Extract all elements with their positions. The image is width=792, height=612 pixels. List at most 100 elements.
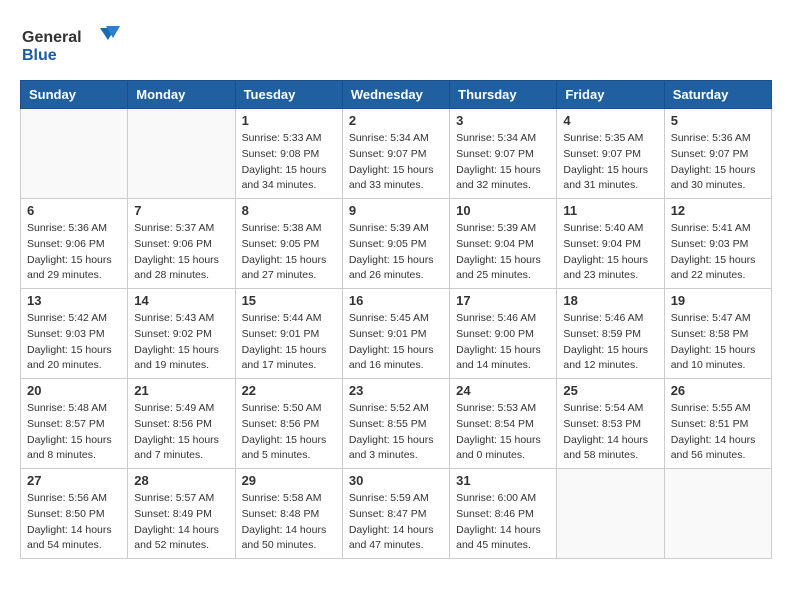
day-number: 14 bbox=[134, 293, 228, 308]
column-header-saturday: Saturday bbox=[664, 81, 771, 109]
column-header-wednesday: Wednesday bbox=[342, 81, 449, 109]
day-number: 28 bbox=[134, 473, 228, 488]
day-number: 20 bbox=[27, 383, 121, 398]
day-info: Sunrise: 5:37 AM Sunset: 9:06 PM Dayligh… bbox=[134, 221, 228, 284]
day-number: 6 bbox=[27, 203, 121, 218]
day-info: Sunrise: 5:44 AM Sunset: 9:01 PM Dayligh… bbox=[242, 311, 336, 374]
day-info: Sunrise: 5:54 AM Sunset: 8:53 PM Dayligh… bbox=[563, 401, 657, 464]
calendar-cell: 22 Sunrise: 5:50 AM Sunset: 8:56 PM Dayli… bbox=[235, 379, 342, 469]
calendar-cell bbox=[128, 109, 235, 199]
day-info: Sunrise: 5:39 AM Sunset: 9:04 PM Dayligh… bbox=[456, 221, 550, 284]
day-number: 23 bbox=[349, 383, 443, 398]
day-number: 26 bbox=[671, 383, 765, 398]
week-row-1: 1 Sunrise: 5:33 AM Sunset: 9:08 PM Daylig… bbox=[21, 109, 772, 199]
calendar-cell: 17 Sunrise: 5:46 AM Sunset: 9:00 PM Dayli… bbox=[450, 289, 557, 379]
calendar-cell bbox=[21, 109, 128, 199]
day-info: Sunrise: 5:47 AM Sunset: 8:58 PM Dayligh… bbox=[671, 311, 765, 374]
day-info: Sunrise: 5:41 AM Sunset: 9:03 PM Dayligh… bbox=[671, 221, 765, 284]
day-info: Sunrise: 5:52 AM Sunset: 8:55 PM Dayligh… bbox=[349, 401, 443, 464]
calendar-cell: 3 Sunrise: 5:34 AM Sunset: 9:07 PM Daylig… bbox=[450, 109, 557, 199]
calendar-cell: 30Sunrise: 5:59 AM Sunset: 8:47 PM Dayli… bbox=[342, 469, 449, 559]
calendar-cell: 12 Sunrise: 5:41 AM Sunset: 9:03 PM Dayli… bbox=[664, 199, 771, 289]
calendar-cell: 20 Sunrise: 5:48 AM Sunset: 8:57 PM Dayli… bbox=[21, 379, 128, 469]
calendar-cell: 13 Sunrise: 5:42 AM Sunset: 9:03 PM Dayli… bbox=[21, 289, 128, 379]
day-info: Sunrise: 5:46 AM Sunset: 9:00 PM Dayligh… bbox=[456, 311, 550, 374]
calendar-cell: 11 Sunrise: 5:40 AM Sunset: 9:04 PM Dayli… bbox=[557, 199, 664, 289]
calendar-cell: 8Sunrise: 5:38 AM Sunset: 9:05 PM Daylig… bbox=[235, 199, 342, 289]
calendar-cell: 14 Sunrise: 5:43 AM Sunset: 9:02 PM Dayli… bbox=[128, 289, 235, 379]
day-number: 24 bbox=[456, 383, 550, 398]
day-info: Sunrise: 5:42 AM Sunset: 9:03 PM Dayligh… bbox=[27, 311, 121, 374]
calendar-cell: 25 Sunrise: 5:54 AM Sunset: 8:53 PM Dayli… bbox=[557, 379, 664, 469]
day-info: Sunrise: 5:58 AM Sunset: 8:48 PM Dayligh… bbox=[242, 491, 336, 554]
calendar-cell bbox=[664, 469, 771, 559]
calendar-cell: 27 Sunrise: 5:56 AM Sunset: 8:50 PM Dayli… bbox=[21, 469, 128, 559]
calendar-cell: 19 Sunrise: 5:47 AM Sunset: 8:58 PM Dayli… bbox=[664, 289, 771, 379]
day-info: Sunrise: 5:43 AM Sunset: 9:02 PM Dayligh… bbox=[134, 311, 228, 374]
calendar-cell: 31 Sunrise: 6:00 AM Sunset: 8:46 PM Dayli… bbox=[450, 469, 557, 559]
day-number: 10 bbox=[456, 203, 550, 218]
day-number: 25 bbox=[563, 383, 657, 398]
svg-text:Blue: Blue bbox=[22, 47, 57, 64]
calendar-cell: 23 Sunrise: 5:52 AM Sunset: 8:55 PM Dayli… bbox=[342, 379, 449, 469]
calendar-cell: 4 Sunrise: 5:35 AM Sunset: 9:07 PM Daylig… bbox=[557, 109, 664, 199]
calendar-header-row: SundayMondayTuesdayWednesdayThursdayFrid… bbox=[21, 81, 772, 109]
calendar-cell: 24Sunrise: 5:53 AM Sunset: 8:54 PM Dayli… bbox=[450, 379, 557, 469]
svg-text:General: General bbox=[22, 29, 82, 46]
logo-general-text: General Blue bbox=[20, 20, 130, 70]
day-number: 13 bbox=[27, 293, 121, 308]
day-info: Sunrise: 5:40 AM Sunset: 9:04 PM Dayligh… bbox=[563, 221, 657, 284]
day-number: 18 bbox=[563, 293, 657, 308]
day-info: Sunrise: 5:49 AM Sunset: 8:56 PM Dayligh… bbox=[134, 401, 228, 464]
day-number: 27 bbox=[27, 473, 121, 488]
day-number: 17 bbox=[456, 293, 550, 308]
day-number: 29 bbox=[242, 473, 336, 488]
day-number: 31 bbox=[456, 473, 550, 488]
column-header-thursday: Thursday bbox=[450, 81, 557, 109]
day-number: 16 bbox=[349, 293, 443, 308]
calendar-cell: 6Sunrise: 5:36 AM Sunset: 9:06 PM Daylig… bbox=[21, 199, 128, 289]
calendar-cell: 10 Sunrise: 5:39 AM Sunset: 9:04 PM Dayli… bbox=[450, 199, 557, 289]
column-header-tuesday: Tuesday bbox=[235, 81, 342, 109]
day-number: 9 bbox=[349, 203, 443, 218]
calendar-cell: 28Sunrise: 5:57 AM Sunset: 8:49 PM Dayli… bbox=[128, 469, 235, 559]
calendar-cell: 21 Sunrise: 5:49 AM Sunset: 8:56 PM Dayli… bbox=[128, 379, 235, 469]
calendar-cell: 18Sunrise: 5:46 AM Sunset: 8:59 PM Dayli… bbox=[557, 289, 664, 379]
day-info: Sunrise: 5:45 AM Sunset: 9:01 PM Dayligh… bbox=[349, 311, 443, 374]
day-info: Sunrise: 5:55 AM Sunset: 8:51 PM Dayligh… bbox=[671, 401, 765, 464]
day-number: 4 bbox=[563, 113, 657, 128]
day-number: 2 bbox=[349, 113, 443, 128]
day-number: 22 bbox=[242, 383, 336, 398]
day-info: Sunrise: 5:34 AM Sunset: 9:07 PM Dayligh… bbox=[349, 131, 443, 194]
day-number: 19 bbox=[671, 293, 765, 308]
week-row-4: 20 Sunrise: 5:48 AM Sunset: 8:57 PM Dayli… bbox=[21, 379, 772, 469]
day-number: 12 bbox=[671, 203, 765, 218]
calendar-cell: 1 Sunrise: 5:33 AM Sunset: 9:08 PM Daylig… bbox=[235, 109, 342, 199]
column-header-sunday: Sunday bbox=[21, 81, 128, 109]
calendar-table: SundayMondayTuesdayWednesdayThursdayFrid… bbox=[20, 80, 772, 559]
day-info: Sunrise: 5:35 AM Sunset: 9:07 PM Dayligh… bbox=[563, 131, 657, 194]
day-info: Sunrise: 5:48 AM Sunset: 8:57 PM Dayligh… bbox=[27, 401, 121, 464]
day-info: Sunrise: 5:50 AM Sunset: 8:56 PM Dayligh… bbox=[242, 401, 336, 464]
day-number: 30 bbox=[349, 473, 443, 488]
page-header: General Blue bbox=[20, 20, 772, 70]
column-header-friday: Friday bbox=[557, 81, 664, 109]
day-info: Sunrise: 5:34 AM Sunset: 9:07 PM Dayligh… bbox=[456, 131, 550, 194]
column-header-monday: Monday bbox=[128, 81, 235, 109]
calendar-cell: 7 Sunrise: 5:37 AM Sunset: 9:06 PM Daylig… bbox=[128, 199, 235, 289]
calendar-cell: 16 Sunrise: 5:45 AM Sunset: 9:01 PM Dayli… bbox=[342, 289, 449, 379]
calendar-cell: 15Sunrise: 5:44 AM Sunset: 9:01 PM Dayli… bbox=[235, 289, 342, 379]
day-info: Sunrise: 5:56 AM Sunset: 8:50 PM Dayligh… bbox=[27, 491, 121, 554]
logo: General Blue bbox=[20, 20, 130, 70]
day-info: Sunrise: 5:38 AM Sunset: 9:05 PM Dayligh… bbox=[242, 221, 336, 284]
day-number: 3 bbox=[456, 113, 550, 128]
day-number: 1 bbox=[242, 113, 336, 128]
day-number: 11 bbox=[563, 203, 657, 218]
day-number: 7 bbox=[134, 203, 228, 218]
day-info: Sunrise: 6:00 AM Sunset: 8:46 PM Dayligh… bbox=[456, 491, 550, 554]
day-info: Sunrise: 5:33 AM Sunset: 9:08 PM Dayligh… bbox=[242, 131, 336, 194]
week-row-3: 13 Sunrise: 5:42 AM Sunset: 9:03 PM Dayli… bbox=[21, 289, 772, 379]
day-info: Sunrise: 5:36 AM Sunset: 9:07 PM Dayligh… bbox=[671, 131, 765, 194]
day-number: 21 bbox=[134, 383, 228, 398]
day-number: 5 bbox=[671, 113, 765, 128]
